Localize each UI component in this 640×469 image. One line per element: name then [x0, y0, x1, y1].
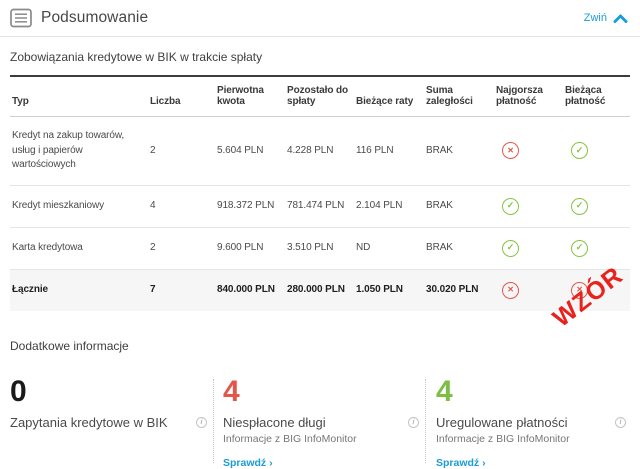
table-header-row: Typ Liczba Pierwotna kwota Pozostało do … — [10, 76, 630, 117]
cell-count: 4 — [150, 185, 217, 227]
check-link[interactable]: Sprawdź › — [436, 457, 626, 469]
worst-payment-status-icon — [502, 198, 519, 215]
cell-remaining: 280.000 PLN — [287, 269, 356, 311]
current-payment-status-icon — [571, 282, 588, 299]
cell-original-amount: 840.000 PLN — [217, 269, 287, 311]
cell-count: 2 — [150, 117, 217, 186]
cell-original-amount: 5.604 PLN — [217, 117, 287, 186]
credit-inquiries-count: 0 — [10, 377, 207, 407]
credit-obligations-table: Typ Liczba Pierwotna kwota Pozostało do … — [10, 75, 630, 311]
cell-type: Kredyt na zakup towarów, usług i papieró… — [10, 117, 150, 186]
card-subtitle: Informacje z BIG InfoMonitor — [436, 433, 626, 445]
column-header-worst-payment: Najgorsza płatność — [496, 76, 565, 117]
credit-obligations-title: Zobowiązania kredytowe w BIK w trakcie s… — [10, 50, 630, 64]
cell-arrears: BRAK — [426, 185, 496, 227]
info-icon[interactable] — [196, 417, 207, 428]
worst-payment-status-icon — [502, 282, 519, 299]
panel-header: Podsumowanie Zwiń — [0, 0, 640, 37]
table-total-row: Łącznie 7 840.000 PLN 280.000 PLN 1.050 … — [10, 269, 630, 311]
column-header-type: Typ — [10, 76, 150, 117]
summary-document-icon — [10, 8, 32, 28]
column-header-arrears: Suma zaległości — [426, 76, 496, 117]
check-link[interactable]: Sprawdź › — [223, 457, 419, 469]
additional-info-title: Dodatkowe informacje — [10, 339, 630, 353]
collapse-label: Zwiń — [584, 12, 607, 24]
cell-installments: 2.104 PLN — [356, 185, 426, 227]
summary-panel: Podsumowanie Zwiń Zobowiązania kredytowe… — [0, 0, 640, 431]
card-credit-inquiries: 0 Zapytania kredytowe w BIK — [10, 377, 213, 469]
cell-type: Łącznie — [10, 269, 150, 311]
worst-payment-status-icon — [502, 240, 519, 257]
column-header-current-payment: Bieżąca płatność — [565, 76, 630, 117]
page-title: Podsumowanie — [41, 9, 148, 27]
additional-info-cards: 0 Zapytania kredytowe w BIK 4 Niespłacon… — [10, 377, 630, 469]
cell-remaining: 781.474 PLN — [287, 185, 356, 227]
cell-installments: 116 PLN — [356, 117, 426, 186]
column-header-installments: Bieżące raty — [356, 76, 426, 117]
cell-count: 2 — [150, 227, 217, 269]
table-row: Kredyt na zakup towarów, usług i papieró… — [10, 117, 630, 186]
column-header-original-amount: Pierwotna kwota — [217, 76, 287, 117]
current-payment-status-icon — [571, 198, 588, 215]
table-row: Kredyt mieszkaniowy 4 918.372 PLN 781.47… — [10, 185, 630, 227]
info-icon[interactable] — [408, 417, 419, 428]
card-title: Uregulowane płatności — [436, 415, 568, 430]
collapse-link[interactable]: Zwiń — [584, 12, 628, 24]
settled-payments-count: 4 — [436, 377, 626, 407]
chevron-up-icon — [613, 14, 628, 23]
cell-count: 7 — [150, 269, 217, 311]
card-settled-payments: 4 Uregulowane płatności Informacje z BIG… — [426, 377, 626, 469]
cell-installments: 1.050 PLN — [356, 269, 426, 311]
table-row: Karta kredytowa 2 9.600 PLN 3.510 PLN ND… — [10, 227, 630, 269]
unpaid-debts-count: 4 — [223, 377, 419, 407]
column-header-count: Liczba — [150, 76, 217, 117]
cell-type: Karta kredytowa — [10, 227, 150, 269]
worst-payment-status-icon — [502, 142, 519, 159]
card-title: Zapytania kredytowe w BIK — [10, 415, 168, 430]
cell-remaining: 4.228 PLN — [287, 117, 356, 186]
current-payment-status-icon — [571, 240, 588, 257]
cell-original-amount: 918.372 PLN — [217, 185, 287, 227]
cell-arrears: 30.020 PLN — [426, 269, 496, 311]
card-title: Niespłacone długi — [223, 415, 326, 430]
cell-installments: ND — [356, 227, 426, 269]
cell-arrears: BRAK — [426, 117, 496, 186]
card-unpaid-debts: 4 Niespłacone długi Informacje z BIG Inf… — [214, 377, 425, 469]
column-header-remaining: Pozostało do spłaty — [287, 76, 356, 117]
card-subtitle: Informacje z BIG InfoMonitor — [223, 433, 419, 445]
info-icon[interactable] — [615, 417, 626, 428]
cell-type: Kredyt mieszkaniowy — [10, 185, 150, 227]
cell-arrears: BRAK — [426, 227, 496, 269]
cell-original-amount: 9.600 PLN — [217, 227, 287, 269]
cell-remaining: 3.510 PLN — [287, 227, 356, 269]
current-payment-status-icon — [571, 142, 588, 159]
